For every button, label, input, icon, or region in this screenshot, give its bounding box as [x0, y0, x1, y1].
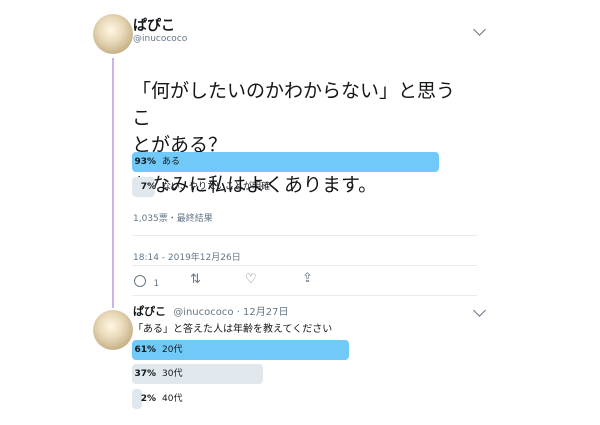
divider	[132, 235, 477, 236]
reply-display-name[interactable]: ぱぴこ	[133, 305, 166, 318]
chevron-down-icon[interactable]	[473, 23, 486, 36]
poll-option: 2% 40代	[132, 389, 394, 409]
reply-avatar[interactable]	[93, 310, 133, 350]
poll-label: ある	[162, 157, 181, 167]
poll-percent: 2%	[140, 394, 156, 404]
chevron-down-icon[interactable]	[473, 304, 486, 317]
poll-label: 40代	[162, 394, 183, 404]
tweet-text-line: 「何がしたいのかわからない」と思うこ	[132, 80, 456, 129]
poll-option: 93% ある	[132, 152, 462, 172]
timestamp[interactable]: 18:14 - 2019年12月26日	[133, 250, 241, 263]
poll-option: 61% 20代	[132, 340, 394, 360]
like-icon[interactable]: ♡	[245, 273, 257, 287]
reply-count: 1	[153, 279, 160, 289]
share-icon[interactable]: ⇪	[302, 272, 313, 286]
poll-meta: 1,035票・最終結果	[133, 214, 213, 224]
poll-label: 30代	[162, 369, 183, 379]
reply-date[interactable]: 12月27日	[243, 307, 288, 318]
poll-percent: 37%	[134, 369, 156, 379]
retweet-icon[interactable]: ⇅	[190, 273, 201, 287]
reply-handle[interactable]: @inucococo	[173, 307, 233, 318]
reply-icon	[134, 275, 146, 287]
reply-button[interactable]: 1	[134, 275, 159, 291]
poll-option: 37% 30代	[132, 364, 394, 384]
divider	[132, 295, 477, 296]
reply-header: ぱぴこ @inucococo · 12月27日	[133, 305, 289, 318]
poll-percent: 61%	[134, 345, 156, 355]
poll-label: ない、やりたいことが明確	[162, 182, 271, 192]
poll-percent: 93%	[134, 157, 156, 167]
poll-percent: 7%	[140, 182, 156, 192]
divider	[132, 265, 477, 266]
display-name[interactable]: ぱぴこ	[133, 15, 175, 35]
poll-option: 7% ない、やりたいことが明確	[132, 177, 462, 197]
avatar[interactable]	[93, 14, 133, 54]
handle[interactable]: @inucococo	[133, 34, 187, 44]
thread-line	[112, 58, 114, 308]
reply-text: 「ある」と答えた人は年齢を教えてください	[133, 324, 333, 335]
poll-label: 20代	[162, 345, 183, 355]
